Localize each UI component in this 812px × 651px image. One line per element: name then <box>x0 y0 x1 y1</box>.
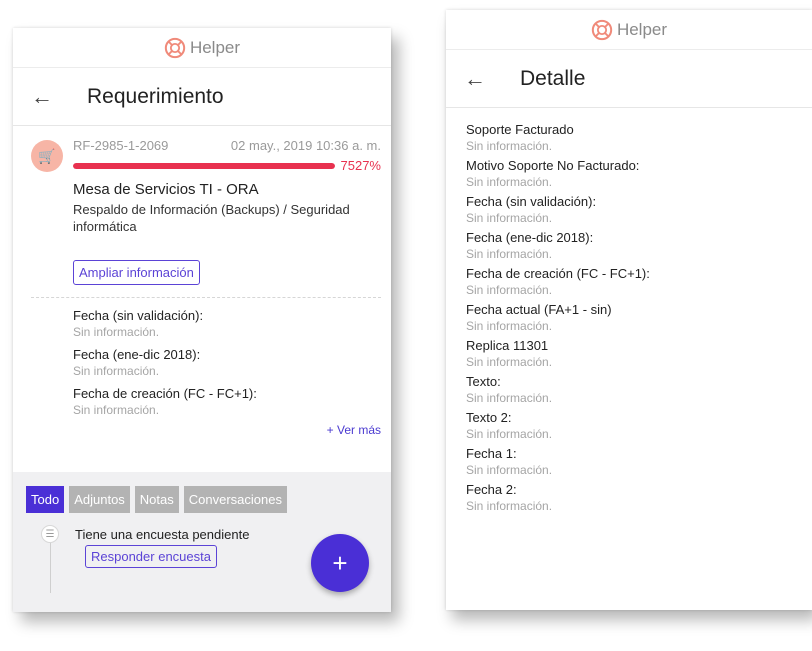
tab-adjuntos[interactable]: Adjuntos <box>69 486 130 513</box>
detail-field: Motivo Soporte No Facturado: Sin informac… <box>466 158 812 189</box>
field-label: Motivo Soporte No Facturado: <box>466 158 640 173</box>
detail-field: Fecha actual (FA+1 - sin) Sin información… <box>466 302 812 333</box>
activity-tabs: Todo Adjuntos Notas Conversaciones <box>13 472 391 513</box>
brand: Helper <box>164 37 240 59</box>
add-fab-button[interactable]: + <box>311 534 369 592</box>
detail-field: Fecha (ene-dic 2018): Sin información. <box>466 230 812 261</box>
detail-field: Texto: Sin información. <box>466 374 812 405</box>
answer-survey-button[interactable]: Responder encuesta <box>85 545 217 568</box>
progress-fill <box>73 162 335 169</box>
brand: Helper <box>591 19 667 41</box>
detail-field: Fecha 1: Sin información. <box>466 446 812 477</box>
field-label: Fecha (ene-dic 2018): <box>466 230 594 245</box>
detalle-screen: Helper ← Detalle Soporte Facturado Sin in… <box>446 10 812 610</box>
back-arrow-icon[interactable]: ← <box>464 67 504 90</box>
field-value: Sin información. <box>466 139 553 153</box>
field-value: Sin información. <box>466 175 553 189</box>
field-label: Soporte Facturado <box>466 122 574 137</box>
field-value: Sin información. <box>466 391 553 405</box>
ticket-date: 02 may., 2019 10:36 a. m. <box>230 138 381 153</box>
field-label: Fecha (sin validación): <box>73 307 204 323</box>
title-bar: ← Detalle <box>446 50 812 108</box>
back-arrow-icon[interactable]: ← <box>31 85 71 108</box>
see-more-link[interactable]: + Ver más <box>13 423 391 437</box>
expand-info-button[interactable]: Ampliar información <box>73 259 200 285</box>
field-value: Sin información. <box>466 499 553 513</box>
progress-percent: 7527% <box>340 158 381 173</box>
field-value: Sin información. <box>466 319 553 333</box>
field-label: Fecha de creación (FC - FC+1): <box>466 266 650 281</box>
tab-conversaciones[interactable]: Conversaciones <box>183 486 287 513</box>
field-label: Fecha actual (FA+1 - sin) <box>466 302 612 317</box>
tab-notas[interactable]: Notas <box>134 486 179 513</box>
ticket-id: RF-2985-1-2069 <box>73 138 169 153</box>
progress-bar <box>73 162 335 169</box>
survey-icon: ☰ <box>41 525 59 543</box>
field-value: Sin información. <box>466 283 553 297</box>
title-bar: ← Requerimiento <box>13 68 391 126</box>
field-value: Sin información. <box>73 324 160 339</box>
lifebuoy-icon <box>164 37 186 58</box>
lifebuoy-icon <box>591 19 613 40</box>
field-value: Sin información. <box>73 363 160 378</box>
cart-icon: 🛒 <box>31 140 63 172</box>
activity-panel: Todo Adjuntos Notas Conversaciones ☰ Tiene … <box>13 472 391 612</box>
detail-field: Fecha de creación (FC - FC+1): Sin inform… <box>466 266 812 297</box>
field-label: Texto 2: <box>466 410 512 425</box>
field-value: Sin información. <box>73 402 160 417</box>
ticket-card: 🛒 RF-2985-1-2069 02 may., 2019 10:36 a. … <box>13 126 391 298</box>
detail-fields: Soporte Facturado Sin información. Motivo … <box>446 108 812 513</box>
field-label: Texto: <box>466 374 501 389</box>
field-value: Sin información. <box>466 427 553 441</box>
field-label: Fecha (sin validación): <box>466 194 597 209</box>
detail-field: Fecha (sin validación): Sin información. <box>466 194 812 225</box>
detail-field: Fecha 2: Sin información. <box>466 482 812 513</box>
tab-todo[interactable]: Todo <box>26 486 65 513</box>
brand-name: Helper <box>189 37 241 57</box>
page-title: Requerimiento <box>87 84 224 108</box>
field-label: Fecha 2: <box>466 482 517 497</box>
field-label: Fecha (ene-dic 2018): <box>73 346 201 362</box>
timeline-line <box>50 543 51 593</box>
ticket-fields: Fecha (sin validación): Sin información. F… <box>13 298 391 417</box>
detail-field: Fecha (ene-dic 2018): Sin información. <box>73 347 391 378</box>
detail-field: Soporte Facturado Sin información. <box>466 122 812 153</box>
service-category: Respaldo de Información (Backups) / Segu… <box>73 202 350 234</box>
detail-field: Fecha (sin validación): Sin información. <box>73 308 391 339</box>
field-value: Sin información. <box>466 355 553 369</box>
detail-field: Texto 2: Sin información. <box>466 410 812 441</box>
brand-name: Helper <box>616 19 668 39</box>
page-title: Detalle <box>520 66 586 90</box>
service-name: Mesa de Servicios TI - ORA <box>73 181 259 198</box>
field-value: Sin información. <box>466 463 553 477</box>
field-label: Replica 11301 <box>466 338 549 353</box>
app-header: Helper <box>446 10 812 50</box>
field-label: Fecha de creación (FC - FC+1): <box>73 385 257 401</box>
app-header: Helper <box>13 28 391 68</box>
detail-field: Fecha de creación (FC - FC+1): Sin inform… <box>73 386 391 417</box>
field-value: Sin información. <box>466 211 553 225</box>
requerimiento-screen: Helper ← Requerimiento 🛒 RF-2985-1-2069 … <box>13 28 391 612</box>
detail-field: Replica 11301 Sin información. <box>466 338 812 369</box>
field-label: Fecha 1: <box>466 446 517 461</box>
field-value: Sin información. <box>466 247 553 261</box>
